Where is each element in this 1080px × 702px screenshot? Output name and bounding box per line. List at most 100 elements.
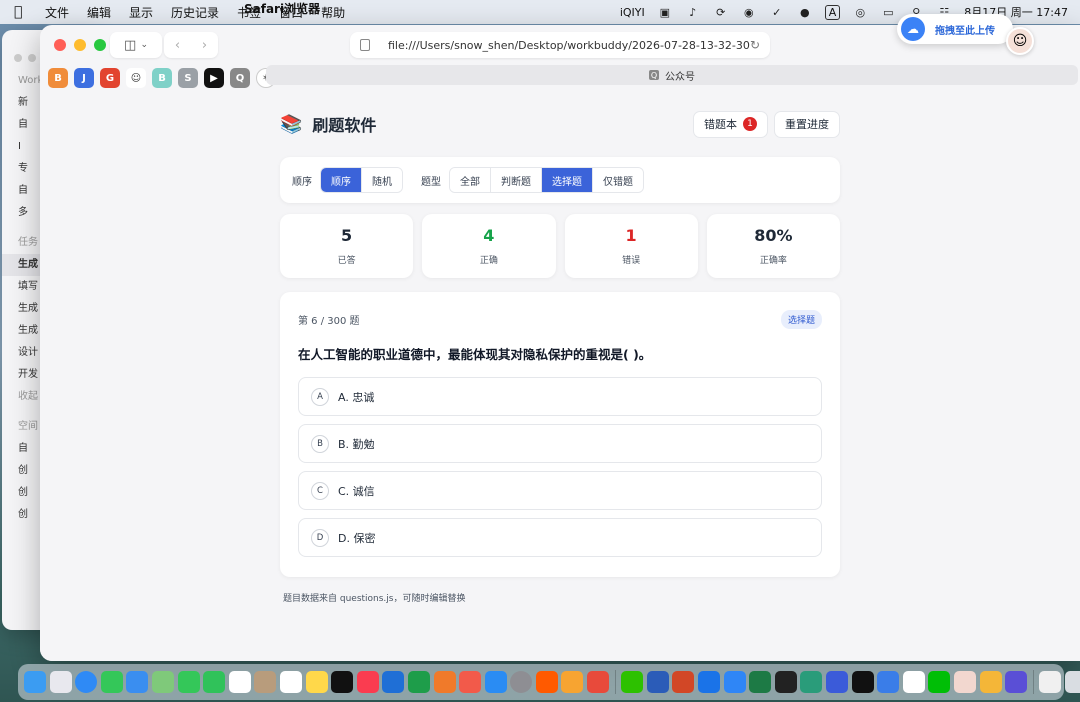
forward-arrow-icon[interactable]: › [191, 38, 218, 53]
document-icon[interactable] [1039, 671, 1062, 693]
type-truefalse-button[interactable]: 判断题 [491, 168, 542, 192]
app-store-icon[interactable] [484, 671, 507, 693]
bookmark-icon[interactable]: B [48, 68, 68, 88]
type-wrong-only-button[interactable]: 仅错题 [593, 168, 643, 192]
input-source-label[interactable]: A [824, 4, 841, 20]
reminders-icon[interactable] [279, 671, 302, 693]
tab[interactable]: Q 公众号 [266, 65, 1078, 85]
cloud-icon[interactable] [902, 671, 925, 693]
order-sequential-button[interactable]: 顺序 [321, 168, 362, 192]
bookmark-icon[interactable]: S [178, 68, 198, 88]
bookmark-icon[interactable]: ▶ [204, 68, 224, 88]
option-d[interactable]: D D. 保密 [298, 518, 822, 557]
close-window-button[interactable] [54, 39, 66, 51]
iqiyi-icon[interactable] [928, 671, 951, 693]
tiktok-icon[interactable] [851, 671, 874, 693]
question-type-badge: 选择题 [780, 310, 822, 329]
music-icon[interactable] [356, 671, 379, 693]
order-random-button[interactable]: 随机 [362, 168, 402, 192]
option-text: C. 诚信 [338, 484, 375, 498]
page-content: 📚 刷题软件 错题本 1 重置进度 顺序 顺序 随机 题型 全部 判断题 选择题… [40, 91, 1080, 661]
menu-history[interactable]: 历史记录 [162, 4, 228, 21]
bookmark-icon[interactable]: J [74, 68, 94, 88]
option-text: D. 保密 [338, 531, 376, 545]
finder-icon[interactable] [24, 671, 46, 693]
battery-icon[interactable]: ▭ [880, 5, 896, 19]
maps-icon[interactable] [151, 671, 174, 693]
app-icon[interactable] [877, 671, 900, 693]
app-icon[interactable] [800, 671, 823, 693]
notes-icon[interactable] [305, 671, 328, 693]
contacts-icon[interactable] [254, 671, 277, 693]
option-key: C [311, 481, 329, 500]
option-text: B. 勤勉 [338, 437, 375, 451]
wrong-book-button[interactable]: 错题本 1 [693, 110, 768, 138]
minimize-window-button[interactable] [74, 39, 86, 51]
messages-icon[interactable] [100, 671, 123, 693]
app-icon[interactable] [587, 671, 610, 693]
page-icon [360, 39, 370, 51]
excel-icon[interactable] [749, 671, 772, 693]
pages-icon[interactable] [433, 671, 456, 693]
app-icon[interactable] [826, 671, 848, 693]
menu-edit[interactable]: 编辑 [78, 4, 120, 21]
rocket-icon[interactable] [459, 671, 482, 693]
safari-icon[interactable] [75, 671, 98, 693]
wechat-icon[interactable] [621, 671, 644, 693]
reset-progress-button[interactable]: 重置进度 [774, 110, 840, 138]
option-c[interactable]: C C. 诚信 [298, 471, 822, 510]
facetime-icon[interactable] [177, 671, 200, 693]
app-icon[interactable] [723, 671, 746, 693]
menu-app[interactable]: Safari浏览器 [240, 0, 800, 17]
type-choice-button[interactable]: 选择题 [542, 168, 593, 192]
trash-icon[interactable] [1064, 671, 1080, 693]
app-icon[interactable] [1005, 671, 1028, 693]
bookmark-icon[interactable]: G [100, 68, 120, 88]
calendar-icon[interactable] [228, 671, 251, 693]
upload-drop-target[interactable]: ☁ 拖拽至此上传 [897, 14, 1013, 44]
tv-icon[interactable] [331, 671, 354, 693]
phone-icon[interactable] [203, 671, 226, 693]
tab-favicon-icon: Q [649, 70, 659, 80]
sidebar-toggle-button[interactable]: ◫ ⌄ [110, 32, 162, 58]
keynote-icon[interactable] [382, 671, 405, 693]
type-label: 题型 [421, 176, 441, 188]
avatar-app-icon[interactable] [953, 671, 976, 693]
menu-view[interactable]: 显示 [120, 4, 162, 21]
settings-icon[interactable] [510, 671, 533, 693]
word-icon[interactable] [646, 671, 669, 693]
bookmark-icon[interactable]: Q [230, 68, 250, 88]
address-bar[interactable]: file:///Users/snow_shen/Desktop/workbudd… [350, 32, 770, 58]
avatar[interactable]: ☺ [1006, 27, 1034, 55]
reload-icon[interactable]: ↻ [750, 38, 760, 52]
stat-value: 80% [754, 226, 793, 245]
wrong-count-badge: 1 [743, 117, 757, 131]
back-arrow-icon[interactable]: ‹ [164, 38, 191, 53]
option-b[interactable]: B B. 勤勉 [298, 424, 822, 463]
numbers-icon[interactable] [407, 671, 430, 693]
mail-app-icon[interactable] [698, 671, 721, 693]
apple-menu-icon[interactable]:  [14, 4, 36, 20]
stat-label: 正确率 [759, 256, 787, 266]
bookmark-icon[interactable]: B [152, 68, 172, 88]
sidebar-icon: ◫ [124, 37, 137, 53]
activity-icon[interactable] [774, 671, 797, 693]
bookmark-icon[interactable]: ☺ [126, 68, 146, 88]
taobao-icon[interactable] [535, 671, 558, 693]
stat-accuracy: 80% 正确率 [706, 214, 840, 278]
launchpad-icon[interactable] [49, 671, 72, 693]
option-a[interactable]: A A. 忠诚 [298, 377, 822, 416]
url-text[interactable]: file:///Users/snow_shen/Desktop/workbudd… [388, 39, 750, 52]
type-all-button[interactable]: 全部 [450, 168, 491, 192]
menu-file[interactable]: 文件 [36, 4, 78, 21]
option-text: A. 忠诚 [338, 390, 375, 404]
app-icon[interactable] [561, 671, 584, 693]
stats-row: 5 已答 4 正确 1 错误 80% 正确率 [280, 214, 840, 278]
app-icon[interactable] [979, 671, 1002, 693]
zoom-window-button[interactable] [94, 39, 106, 51]
wifi-icon[interactable]: ◎ [852, 5, 868, 19]
quiz-app: 📚 刷题软件 错题本 1 重置进度 顺序 顺序 随机 题型 全部 判断题 选择题… [280, 91, 840, 604]
mail-icon[interactable] [126, 671, 149, 693]
nav-buttons: ‹ › [164, 32, 218, 58]
powerpoint-icon[interactable] [672, 671, 695, 693]
